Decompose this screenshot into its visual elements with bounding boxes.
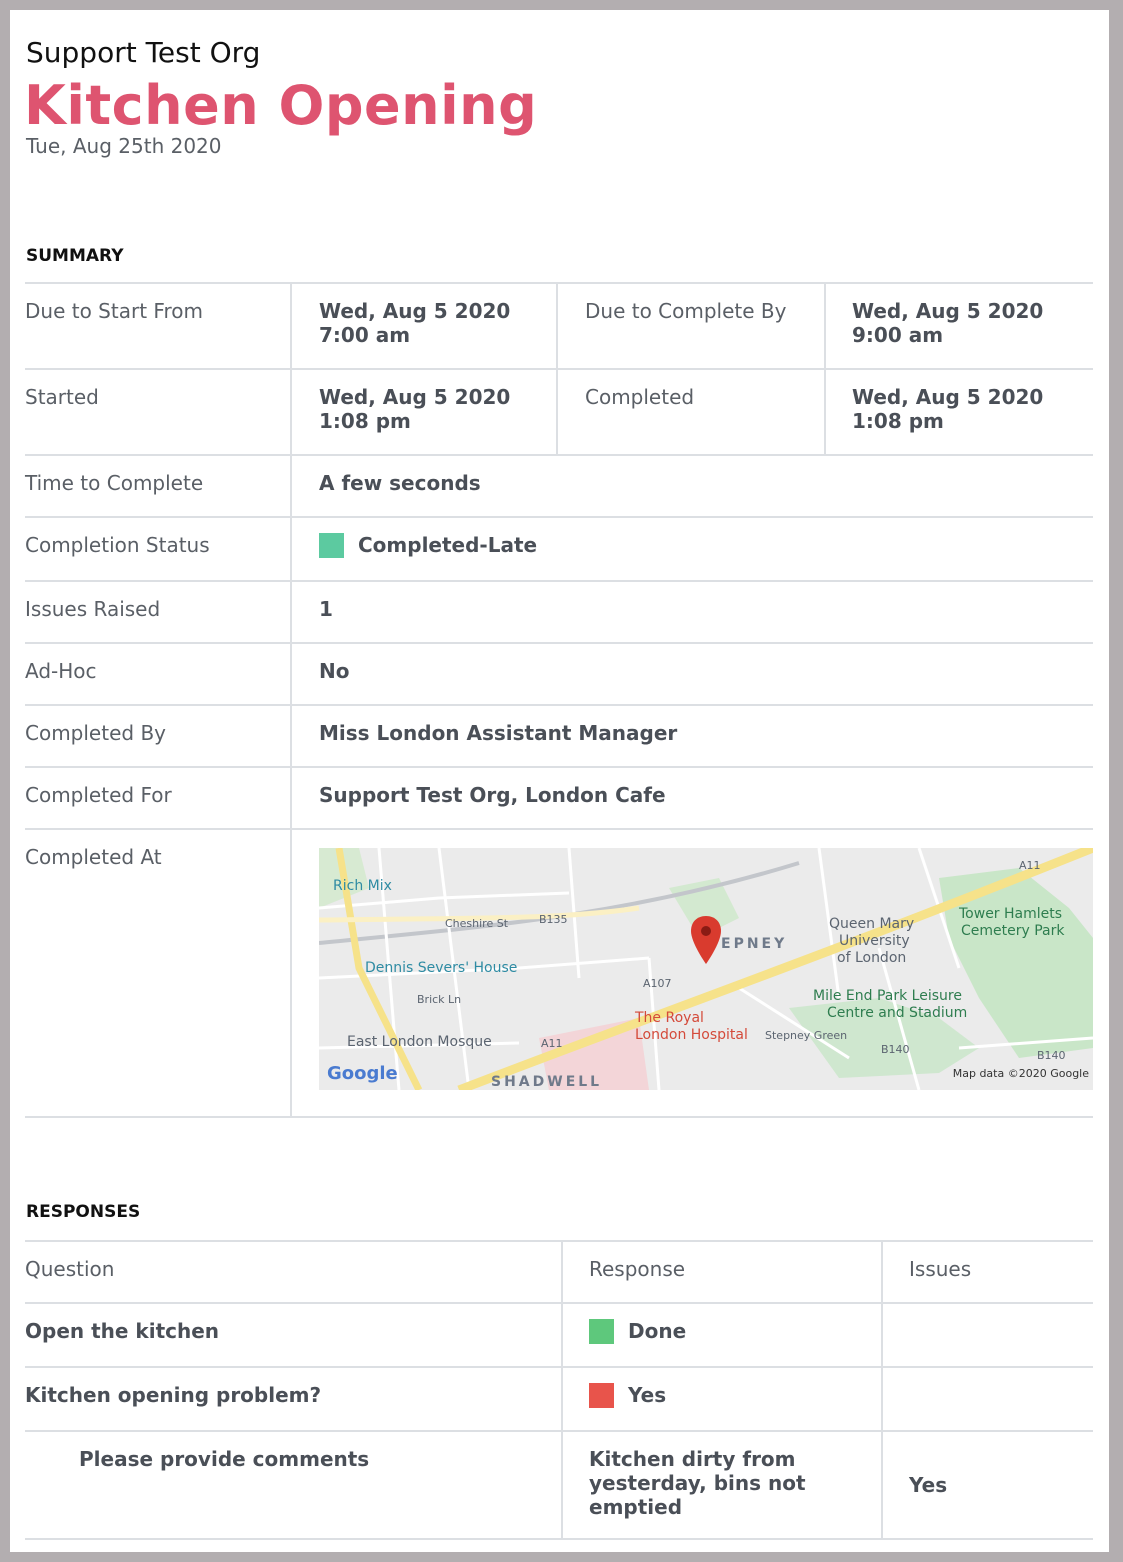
due-complete-date: Wed, Aug 5 2020 [852, 299, 1044, 323]
map-label-centre-stadium: Centre and Stadium [827, 1005, 968, 1021]
col-issues: Issues [909, 1257, 972, 1281]
org-name: Support Test Org [26, 36, 261, 69]
summary-row-completed-at: Completed At Rich Mix Cheshire St B135 E… [25, 828, 1093, 1118]
summary-heading: SUMMARY [26, 246, 124, 266]
responses-header-row: Question Response Issues [25, 1240, 1093, 1303]
map-copyright: Map data ©2020 Google [952, 1067, 1089, 1080]
table-row: Open the kitchen Done [25, 1302, 1093, 1367]
question-text: Open the kitchen [25, 1319, 220, 1343]
map-label-a11-top: A11 [1019, 859, 1041, 872]
status-value: Completed-Late [358, 533, 538, 557]
due-complete-time: 9:00 am [852, 323, 944, 347]
completed-for-value: Support Test Org, London Cafe [319, 783, 666, 807]
summary-row-completed-by: Completed By Miss London Assistant Manag… [25, 704, 1093, 767]
completed-at-label: Completed At [25, 845, 162, 869]
map-pin-icon[interactable] [691, 916, 721, 966]
completed-for-label: Completed For [25, 783, 172, 807]
due-complete-label: Due to Complete By [585, 299, 787, 323]
report-date: Tue, Aug 25th 2020 [26, 134, 222, 158]
responses-table: Question Response Issues Open the kitche… [25, 1240, 1093, 1540]
summary-row-adhoc: Ad-Hoc No [25, 642, 1093, 705]
map-label-cemetery-park: Cemetery Park [961, 923, 1065, 939]
response-swatch-done [589, 1319, 614, 1344]
status-label: Completion Status [25, 533, 210, 557]
issues-text [883, 1368, 1093, 1383]
response-text: Done [628, 1319, 687, 1343]
issues-text [883, 1304, 1093, 1319]
question-text: Please provide comments [79, 1447, 370, 1471]
summary-row-completed-for: Completed For Support Test Org, London C… [25, 766, 1093, 829]
report-title: Kitchen Opening [24, 74, 538, 137]
due-start-time: 7:00 am [319, 323, 411, 347]
completed-label: Completed [585, 385, 695, 409]
due-start-date: Wed, Aug 5 2020 [319, 299, 511, 323]
summary-row-time: Time to Complete A few seconds [25, 454, 1093, 517]
map-label-brick-ln: Brick Ln [417, 993, 462, 1006]
map-label-stepney-green: Stepney Green [765, 1029, 848, 1042]
started-label: Started [25, 385, 99, 409]
summary-row-due: Due to Start From Wed, Aug 5 2020 7:00 a… [25, 282, 1093, 369]
map-label-shadwell: SHADWELL [491, 1074, 603, 1090]
status-swatch [319, 533, 344, 558]
issues-label: Issues Raised [25, 597, 161, 621]
table-row: Kitchen opening problem? Yes [25, 1366, 1093, 1431]
issues-text: Yes [909, 1473, 948, 1497]
map-label-cheshire-st: Cheshire St [445, 917, 509, 930]
report-sheet: Support Test Org Kitchen Opening Tue, Au… [10, 10, 1109, 1552]
time-to-complete-label: Time to Complete [25, 471, 204, 495]
map-label-a11-bottom: A11 [541, 1037, 563, 1050]
map-label-a107: A107 [643, 977, 672, 990]
col-question: Question [25, 1257, 115, 1281]
summary-row-issues: Issues Raised 1 [25, 580, 1093, 643]
responses-heading: RESPONSES [26, 1202, 141, 1222]
started-time: 1:08 pm [319, 409, 411, 433]
completed-by-label: Completed By [25, 721, 166, 745]
response-swatch-yes [589, 1383, 614, 1408]
response-text: Kitchen dirty from yesterday, bins not e… [589, 1447, 806, 1519]
completed-time: 1:08 pm [852, 409, 944, 433]
map-label-of-london: of London [837, 950, 907, 966]
question-text: Kitchen opening problem? [25, 1383, 322, 1407]
summary-table: Due to Start From Wed, Aug 5 2020 7:00 a… [25, 282, 1093, 1118]
location-map[interactable]: Rich Mix Cheshire St B135 EPNEY Queen Ma… [319, 848, 1093, 1090]
google-logo: Google [327, 1063, 398, 1084]
due-start-label: Due to Start From [25, 299, 203, 323]
map-label-mosque: East London Mosque [347, 1034, 492, 1050]
issues-value: 1 [319, 597, 333, 621]
table-row: Please provide comments Kitchen dirty fr… [25, 1430, 1093, 1540]
map-label-dennis-severs: Dennis Severs' House [365, 960, 518, 976]
map-label-b135: B135 [539, 913, 568, 926]
completed-date: Wed, Aug 5 2020 [852, 385, 1044, 409]
time-to-complete-value: A few seconds [319, 471, 481, 495]
map-label-stepney: EPNEY [721, 936, 788, 952]
started-date: Wed, Aug 5 2020 [319, 385, 511, 409]
map-label-hospital: London Hospital [635, 1027, 748, 1043]
response-text: Yes [628, 1383, 667, 1407]
adhoc-label: Ad-Hoc [25, 659, 97, 683]
completed-by-value: Miss London Assistant Manager [319, 721, 678, 745]
map-label-rich-mix: Rich Mix [333, 878, 392, 894]
summary-row-started: Started Wed, Aug 5 2020 1:08 pm Complete… [25, 368, 1093, 455]
adhoc-value: No [319, 659, 350, 683]
col-response: Response [589, 1257, 686, 1281]
summary-row-status: Completion Status Completed-Late [25, 516, 1093, 581]
map-label-b140-a: B140 [881, 1043, 910, 1056]
